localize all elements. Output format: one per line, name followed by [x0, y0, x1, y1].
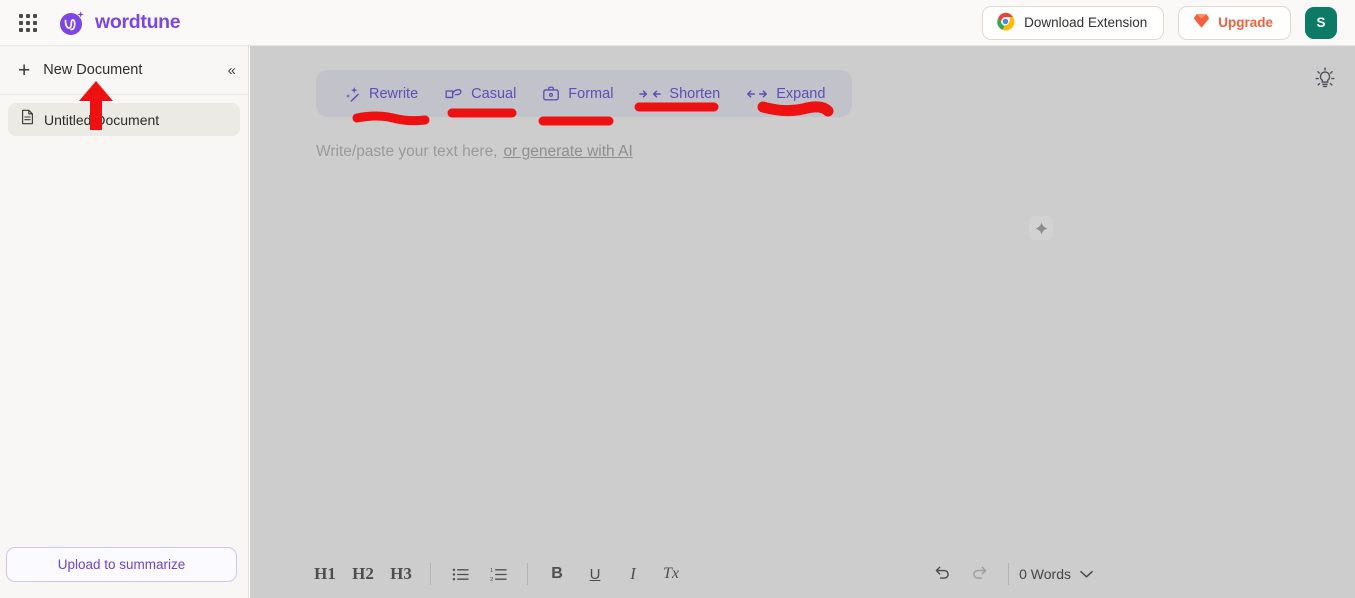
svg-text:2: 2 [490, 577, 493, 582]
word-count-dropdown[interactable]: 0 Words [1019, 566, 1093, 582]
toolbar-divider [1008, 563, 1010, 585]
heading-3-label: H3 [390, 564, 412, 583]
bullet-list-icon[interactable] [441, 557, 479, 591]
chevron-down-icon [1080, 566, 1093, 582]
underline-label: U [589, 565, 601, 583]
gem-icon [1193, 13, 1210, 32]
bold-label: B [551, 565, 563, 582]
expand-button[interactable]: Expand [733, 70, 838, 117]
rewrite-toolbar: Rewrite Casual Formal Shorten Expand [316, 70, 853, 117]
redo-icon[interactable] [961, 564, 998, 584]
new-document-button[interactable]: New Document [43, 62, 142, 78]
rewrite-label: Rewrite [369, 85, 419, 102]
clear-format-icon[interactable]: Tx [652, 557, 690, 591]
editor-format-toolbar: H1 H2 H3 1 2 B U I Tx 0 Words [250, 550, 1355, 598]
wordtune-mark-icon [58, 9, 86, 37]
format-controls: H1 H2 H3 1 2 B U I Tx [306, 557, 690, 591]
top-navigation-bar: wordtune Download Extension Upgrade S [0, 0, 1355, 46]
brand-logo[interactable]: wordtune [58, 9, 181, 37]
download-extension-label: Download Extension [1024, 15, 1148, 30]
undo-icon[interactable] [924, 564, 961, 584]
sparkle-icon[interactable] [1029, 216, 1053, 240]
sidebar-header: + New Document « [0, 46, 248, 95]
upload-to-summarize-button[interactable]: Upload to summarize [6, 547, 237, 582]
plus-icon[interactable]: + [18, 60, 30, 81]
underline-icon[interactable]: U [576, 557, 614, 591]
word-count-label: 0 Words [1019, 566, 1071, 582]
sparkle-wand-icon [343, 85, 361, 103]
generate-with-ai-link[interactable]: or generate with AI [504, 143, 633, 161]
italic-icon[interactable]: I [614, 557, 652, 591]
heading-1-label: H1 [314, 564, 336, 583]
download-extension-button[interactable]: Download Extension [982, 5, 1165, 40]
heading-1-button[interactable]: H1 [306, 557, 344, 591]
avatar[interactable]: S [1305, 6, 1337, 39]
casual-label: Casual [471, 85, 517, 102]
sidebar-item-untitled-document[interactable]: Untitled Document [8, 103, 240, 136]
italic-label: I [630, 564, 636, 583]
avatar-initial: S [1316, 15, 1326, 30]
topbar-actions: Download Extension Upgrade S [982, 5, 1337, 40]
svg-text:1: 1 [490, 568, 493, 574]
sidebar-item-label: Untitled Document [44, 111, 160, 128]
rewrite-button[interactable]: Rewrite [330, 70, 431, 117]
upgrade-label: Upgrade [1218, 15, 1273, 30]
lightbulb-icon[interactable] [1315, 67, 1335, 94]
briefcase-icon [542, 85, 560, 103]
formal-button[interactable]: Formal [529, 70, 626, 117]
grid-apps-icon[interactable] [17, 12, 39, 34]
arrows-inward-icon [639, 87, 662, 101]
editor-area: Rewrite Casual Formal Shorten Expand Wri… [250, 46, 1355, 598]
editor-status-controls: 0 Words [924, 563, 1093, 585]
toolbar-divider [430, 563, 431, 585]
casual-button[interactable]: Casual [431, 70, 529, 117]
heading-2-label: H2 [352, 564, 374, 583]
editor-placeholder[interactable]: Write/paste your text here, or generate … [316, 143, 633, 161]
shorten-label: Shorten [669, 85, 721, 102]
heading-2-button[interactable]: H2 [344, 557, 382, 591]
toolbar-divider [527, 563, 528, 585]
arrows-outward-icon [746, 87, 768, 101]
document-icon [20, 109, 35, 130]
upgrade-button[interactable]: Upgrade [1178, 5, 1291, 40]
placeholder-text: Write/paste your text here, [316, 143, 498, 160]
formal-label: Formal [568, 85, 614, 102]
clear-format-label: Tx [663, 565, 679, 582]
heading-3-button[interactable]: H3 [382, 557, 420, 591]
upload-to-summarize-label: Upload to summarize [57, 557, 186, 572]
collapse-sidebar-icon[interactable]: « [228, 62, 236, 79]
bold-icon[interactable]: B [538, 557, 576, 591]
casual-hand-icon [444, 85, 463, 103]
chrome-icon [996, 12, 1015, 34]
brand-name: wordtune [95, 11, 181, 33]
expand-label: Expand [776, 85, 826, 102]
wordtune-app: wordtune Download Extension Upgrade S + … [0, 0, 1355, 598]
sidebar: + New Document « Untitled Document Uploa… [0, 46, 249, 598]
numbered-list-icon[interactable]: 1 2 [479, 557, 517, 591]
shorten-button[interactable]: Shorten [626, 70, 733, 117]
